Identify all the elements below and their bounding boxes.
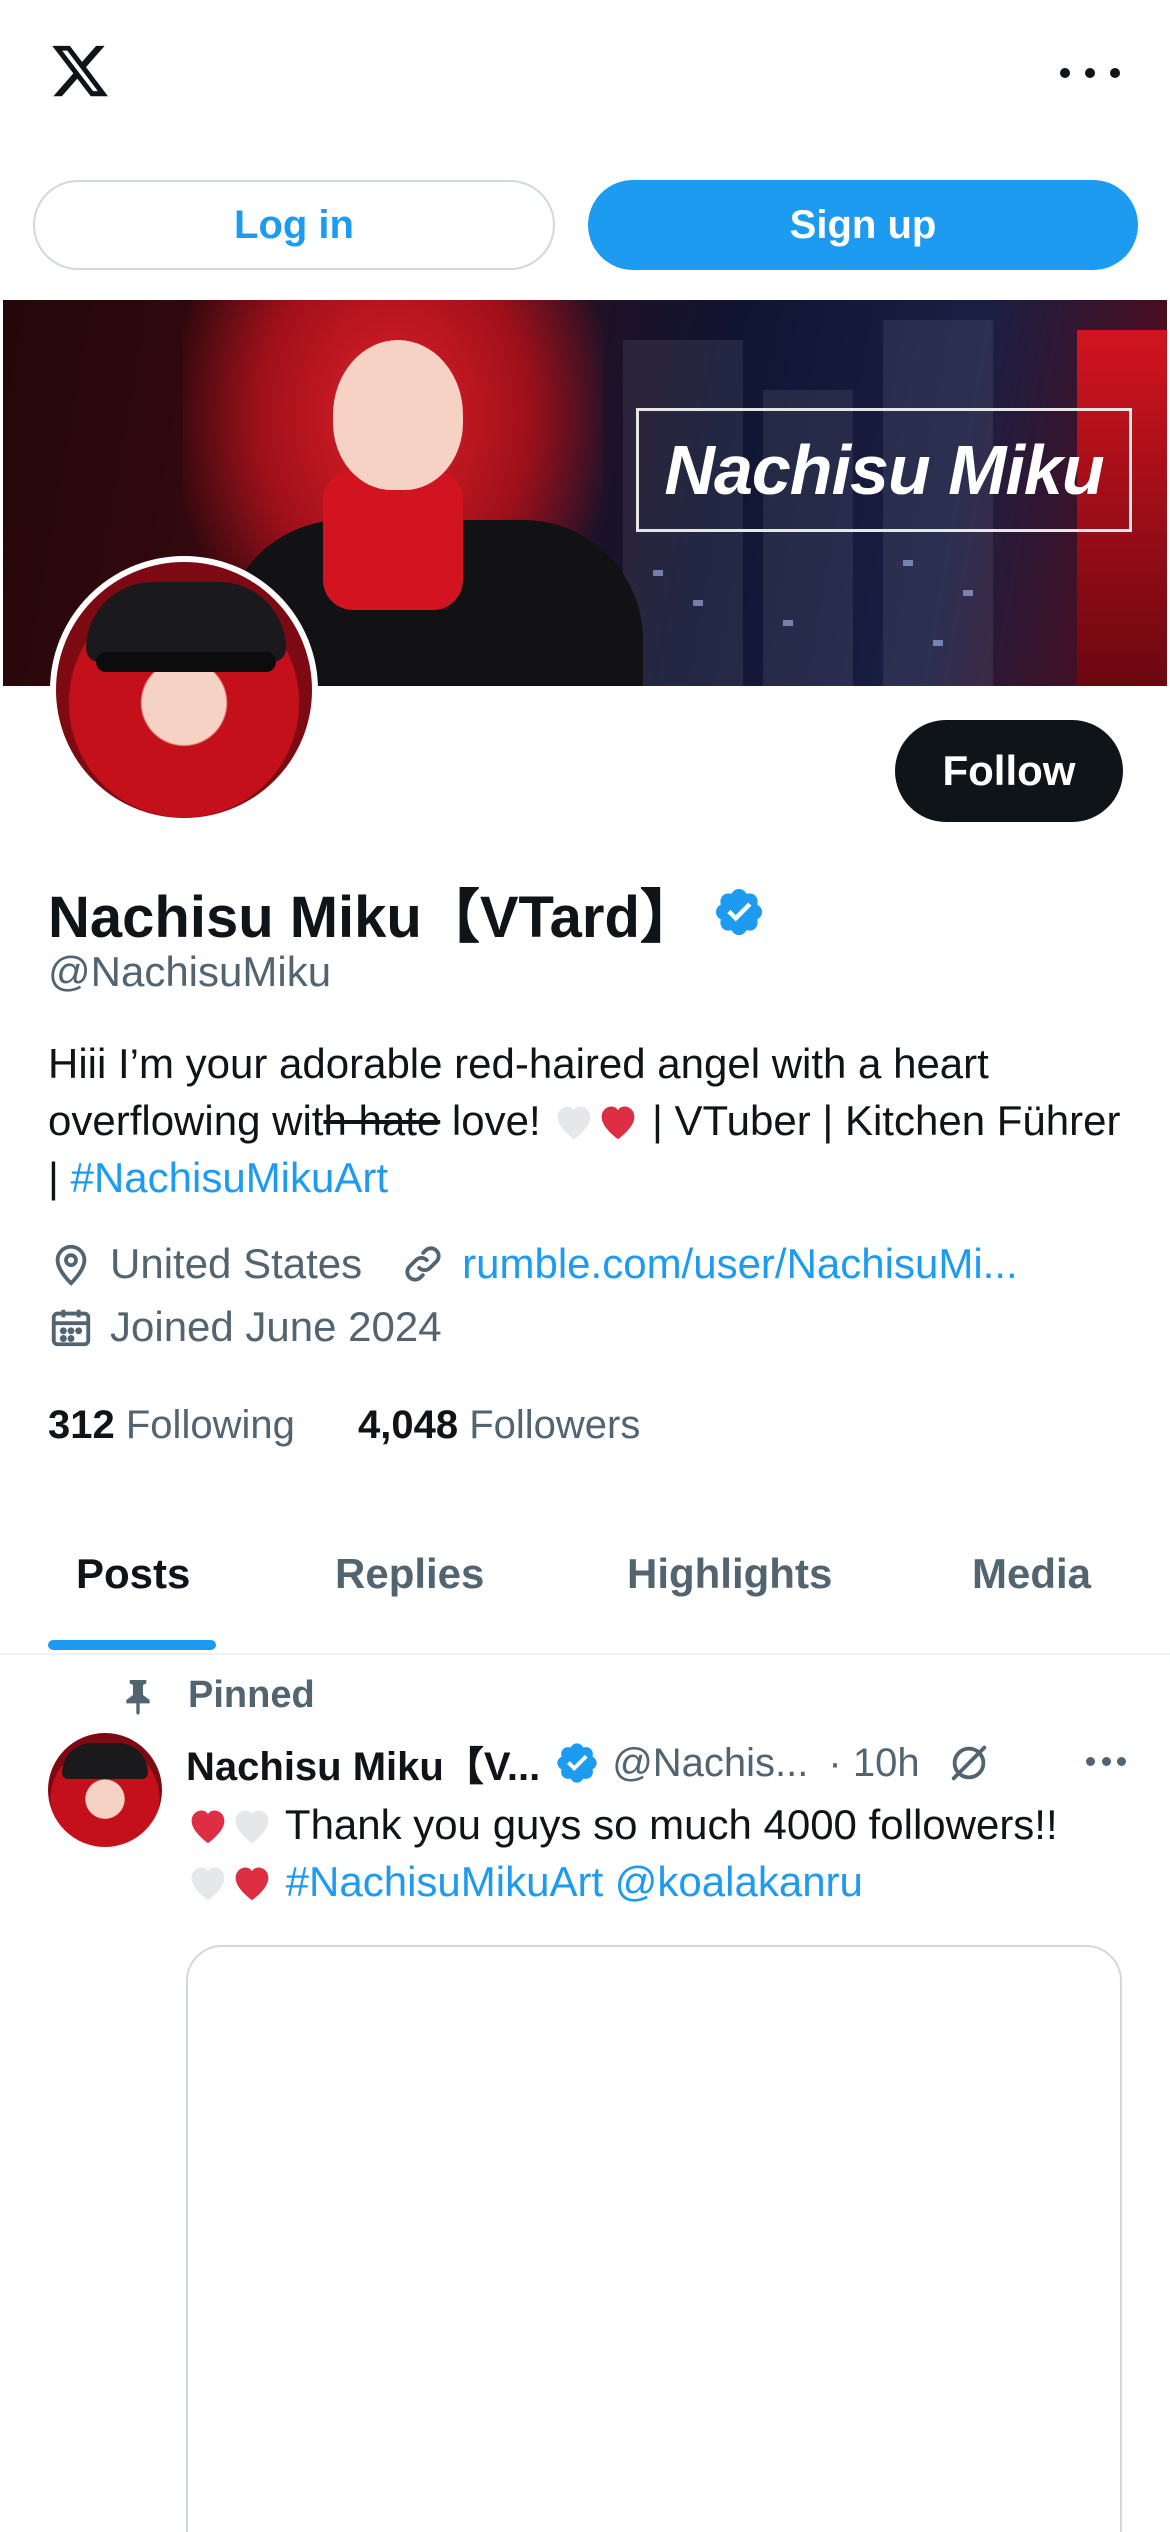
following-label: Following xyxy=(125,1403,295,1447)
profile-stats: 312 Following 4,048 Followers xyxy=(48,1403,640,1448)
tab-highlights[interactable]: Highlights xyxy=(627,1550,832,1598)
post-hashtag-link[interactable]: #NachisuMikuArt xyxy=(286,1858,603,1905)
pinned-label: Pinned xyxy=(188,1673,315,1716)
post-header: Nachisu Miku【V... @Nachis... · 10h xyxy=(186,1735,1126,1791)
active-tab-indicator xyxy=(48,1640,216,1650)
grok-icon[interactable] xyxy=(946,1740,992,1786)
profile-meta-row-1: United States rumble.com/user/NachisuMi.… xyxy=(48,1240,1018,1288)
red-heart-icon xyxy=(601,1106,635,1140)
bio-strikethrough: h hate xyxy=(323,1097,441,1144)
red-heart-icon xyxy=(191,1810,225,1844)
post-media-card[interactable] xyxy=(186,1945,1122,2532)
tab-replies[interactable]: Replies xyxy=(335,1550,484,1598)
post-timestamp[interactable]: · 10h xyxy=(828,1741,919,1786)
bio-text-2: love! xyxy=(440,1097,553,1144)
followers-label: Followers xyxy=(469,1403,641,1447)
tab-posts[interactable]: Posts xyxy=(76,1550,190,1598)
profile-joined-date: Joined June 2024 xyxy=(110,1303,442,1350)
tab-media[interactable]: Media xyxy=(972,1550,1091,1598)
login-button[interactable]: Log in xyxy=(33,180,555,270)
post-mention-link[interactable]: @koalakanru xyxy=(615,1858,863,1905)
post-text-line: Thank you guys so much 4000 followers!! xyxy=(274,1801,1058,1848)
post-author-avatar[interactable] xyxy=(48,1733,162,1847)
followers-link[interactable]: 4,048 Followers xyxy=(358,1403,640,1447)
signup-button[interactable]: Sign up xyxy=(588,180,1138,270)
calendar-icon xyxy=(51,1309,91,1347)
pin-icon xyxy=(126,1680,150,1715)
location-pin-icon xyxy=(55,1244,87,1286)
top-bar xyxy=(0,0,1170,150)
post-text: Thank you guys so much 4000 followers!! … xyxy=(186,1796,1136,1910)
post-more-icon[interactable] xyxy=(1086,1757,1126,1769)
verified-badge-icon[interactable] xyxy=(554,1740,600,1786)
profile-location: United States xyxy=(110,1240,363,1287)
profile-handle: @NachisuMiku xyxy=(48,948,332,995)
display-name-text: Nachisu Miku【VTard】 xyxy=(48,885,698,950)
followers-count: 4,048 xyxy=(357,1403,459,1447)
following-count: 312 xyxy=(48,1403,115,1447)
profile-bio: Hiii I’m your adorable red-haired angel … xyxy=(48,1035,1128,1206)
white-heart-icon xyxy=(191,1867,225,1901)
profile-display-name: Nachisu Miku【VTard】 xyxy=(48,870,766,954)
bio-hashtag-link[interactable]: #NachisuMikuArt xyxy=(71,1154,388,1201)
verified-badge-icon[interactable] xyxy=(712,885,766,939)
banner-title: Nachisu Miku xyxy=(636,408,1132,532)
post-author-name[interactable]: Nachisu Miku【V... xyxy=(186,1734,540,1792)
profile-tabs: Posts Replies Highlights Media xyxy=(0,1530,1170,1655)
red-heart-icon xyxy=(235,1867,269,1901)
white-heart-icon xyxy=(557,1106,591,1140)
following-link[interactable]: 312 Following xyxy=(48,1403,295,1447)
profile-website-link[interactable]: rumble.com/user/NachisuMi... xyxy=(462,1240,1018,1288)
profile-meta-row-2: Joined June 2024 xyxy=(48,1303,442,1351)
post-author-handle[interactable]: @Nachis... xyxy=(612,1741,808,1786)
profile-avatar[interactable] xyxy=(50,556,318,824)
pinned-indicator: Pinned xyxy=(118,1673,315,1717)
link-icon xyxy=(405,1246,441,1282)
x-logo-icon[interactable] xyxy=(46,40,114,102)
white-heart-icon xyxy=(235,1810,269,1844)
more-options-icon[interactable] xyxy=(1060,55,1120,91)
follow-button[interactable]: Follow xyxy=(895,720,1123,822)
